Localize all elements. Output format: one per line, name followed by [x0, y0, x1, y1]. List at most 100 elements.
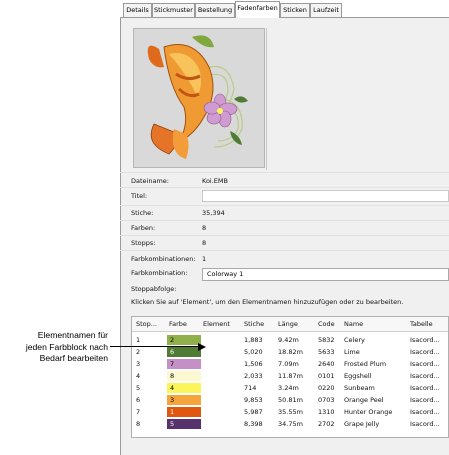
color-number: 8 — [170, 372, 175, 380]
divider — [120, 172, 449, 173]
tab-details[interactable]: Details — [123, 3, 152, 17]
tab-bar: Details Stickmuster Bestellung Fadenfarb… — [120, 0, 449, 18]
callout-line: Bedarf bearbeiten — [39, 353, 108, 363]
color-number: 2 — [170, 336, 175, 344]
color-number: 6 — [170, 348, 175, 356]
color-number: 5 — [170, 420, 175, 428]
cell-stiche: 9,853 — [244, 396, 263, 404]
cell-tabelle: Isacord... — [410, 384, 440, 392]
cell-laenge: 7.09m — [278, 360, 299, 368]
stiche-value: 35,394 — [202, 209, 225, 217]
col-tabelle[interactable]: Tabelle — [410, 320, 433, 328]
tab-laufzeit[interactable]: Laufzeit — [310, 3, 342, 17]
table-row[interactable]: 4 2,033 11.87m 0101 Eggshell Isacord... 8 — [132, 371, 448, 382]
cell-name: Lime — [344, 348, 360, 356]
cell-laenge: 9.42m — [278, 336, 299, 344]
cell-code: 0703 — [318, 396, 335, 404]
color-swatch[interactable]: 2 — [167, 335, 201, 345]
table-row[interactable]: 2 5,020 18.82m 5633 Lime Isacord... 6 — [132, 347, 448, 358]
col-element[interactable]: Element — [203, 320, 230, 328]
color-swatch[interactable]: 3 — [167, 395, 201, 405]
cell-name: Hunter Orange — [344, 408, 393, 416]
col-laenge[interactable]: Länge — [278, 320, 298, 328]
color-number: 1 — [170, 408, 175, 416]
table-row[interactable]: 6 9,853 50.81m 0703 Orange Peel Isacord... 3 — [132, 395, 448, 406]
cell-stiche: 1,506 — [244, 360, 263, 368]
cell-stop: 8 — [136, 420, 141, 428]
cell-laenge: 35.55m — [278, 408, 303, 416]
cell-tabelle: Isacord... — [410, 348, 440, 356]
cell-stiche: 5,020 — [244, 348, 263, 356]
cell-code: 2702 — [318, 420, 335, 428]
col-stop[interactable]: Stop... — [136, 320, 157, 328]
tab-stickmuster[interactable]: Stickmuster — [152, 3, 195, 17]
farben-value: 8 — [202, 224, 207, 232]
color-number: 7 — [170, 360, 175, 368]
table-row[interactable]: 3 1,506 7.09m 2640 Frosted Plum Isacord... 7 — [132, 359, 448, 370]
cell-stiche: 1,883 — [244, 336, 263, 344]
cell-stiche: 5,987 — [244, 408, 263, 416]
tab-fadenfarben[interactable]: Fadenfarben — [235, 1, 280, 18]
divider — [120, 220, 449, 221]
stopps-value: 8 — [202, 239, 207, 247]
color-swatch[interactable]: 7 — [167, 359, 201, 369]
callout-annotation: Elementnamen für jeden Farbblock nach Be… — [0, 330, 108, 365]
color-swatch[interactable]: 4 — [167, 383, 201, 393]
cell-tabelle: Isacord... — [410, 408, 440, 416]
cell-code: 0101 — [318, 372, 335, 380]
design-preview — [133, 28, 265, 168]
cell-stiche: 2,033 — [244, 372, 263, 380]
cell-tabelle: Isacord... — [410, 420, 440, 428]
cell-name: Grape Jelly — [344, 420, 380, 428]
cell-stop: 4 — [136, 372, 141, 380]
tab-sticken[interactable]: Sticken — [280, 3, 310, 17]
color-number: 3 — [170, 396, 175, 404]
tab-bestellung[interactable]: Bestellung — [195, 3, 235, 17]
stopps-label: Stopps: — [131, 239, 156, 247]
col-farbe[interactable]: Farbe — [169, 320, 187, 328]
col-name[interactable]: Name — [344, 320, 363, 328]
divider — [120, 250, 449, 251]
color-swatch[interactable]: 1 — [167, 407, 201, 417]
titel-label: Titel: — [131, 192, 148, 200]
cell-code: 1310 — [318, 408, 335, 416]
divider — [266, 28, 267, 170]
table-row[interactable]: 1 1,883 9.42m 5832 Celery Isacord... 2 — [132, 335, 448, 346]
farben-label: Farben: — [131, 224, 156, 232]
callout-line: Elementnamen für — [37, 330, 108, 340]
cell-stop: 6 — [136, 396, 141, 404]
cell-name: Orange Peel — [344, 396, 384, 404]
instruction-text: Klicken Sie auf 'Element', um den Elemen… — [131, 298, 404, 306]
col-stiche[interactable]: Stiche — [244, 320, 264, 328]
callout-arrow-icon — [198, 343, 206, 351]
farbkombination-select[interactable]: Colorway 1 — [202, 268, 449, 281]
cell-stiche: 714 — [244, 384, 257, 392]
farbkombination-label: Farbkombination: — [131, 269, 188, 277]
table-header: Stop... Farbe Element Stiche Länge Code … — [132, 317, 448, 332]
cell-stop: 3 — [136, 360, 141, 368]
dateiname-value: Koi.EMB — [202, 177, 228, 185]
divider — [120, 235, 449, 236]
cell-tabelle: Isacord... — [410, 360, 440, 368]
color-swatch[interactable]: 5 — [167, 419, 201, 429]
divider — [120, 187, 449, 188]
dateiname-label: Dateiname: — [131, 177, 169, 185]
table-row[interactable]: 8 8,398 34.75m 2702 Grape Jelly Isacord... 5 — [132, 419, 448, 430]
cell-stiche: 8,398 — [244, 420, 263, 428]
table-row[interactable]: 7 5,987 35.55m 1310 Hunter Orange Isacord... 1 — [132, 407, 448, 418]
cell-code: 2640 — [318, 360, 335, 368]
cell-code: 0220 — [318, 384, 335, 392]
cell-laenge: 11.87m — [278, 372, 303, 380]
titel-input[interactable] — [202, 190, 449, 202]
color-swatch[interactable]: 8 — [167, 371, 201, 381]
col-code[interactable]: Code — [318, 320, 335, 328]
cell-name: Frosted Plum — [344, 360, 387, 368]
koi-fish-embroidery-icon — [147, 35, 248, 159]
table-row[interactable]: 5 714 3.24m 0220 Sunbeam Isacord... 4 — [132, 383, 448, 394]
color-number: 4 — [170, 384, 175, 392]
cell-laenge: 3.24m — [278, 384, 299, 392]
color-swatch[interactable]: 6 — [167, 347, 201, 357]
cell-name: Eggshell — [344, 372, 372, 380]
cell-name: Celery — [344, 336, 365, 344]
stiche-label: Stiche: — [131, 209, 154, 217]
